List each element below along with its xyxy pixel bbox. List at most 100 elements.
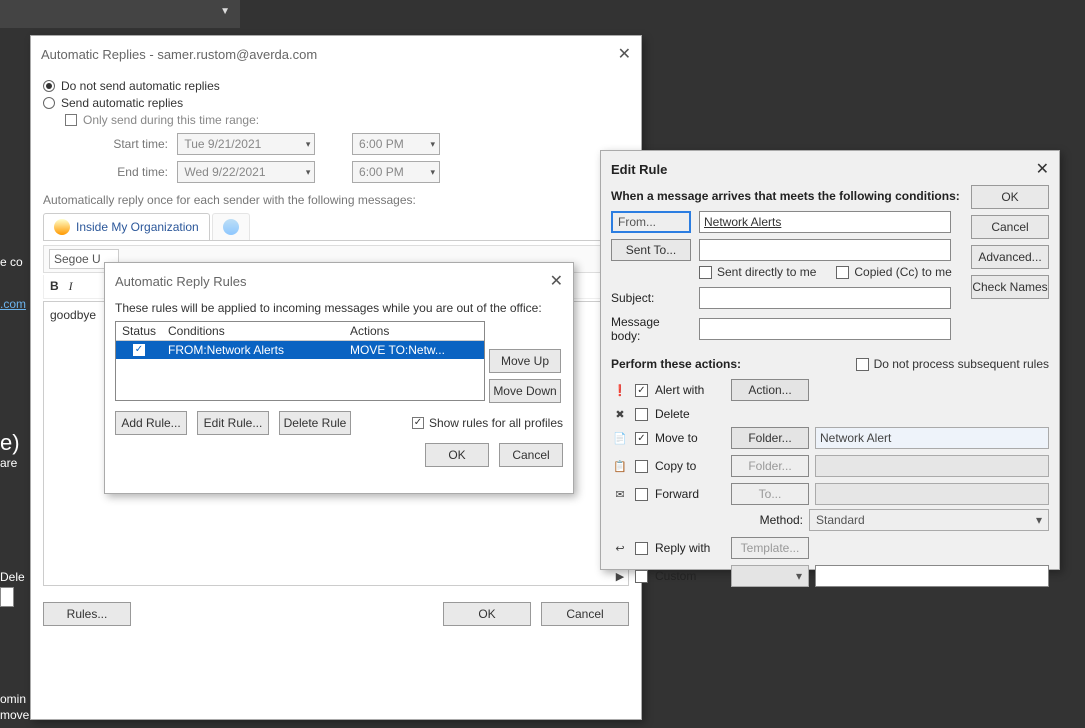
close-icon[interactable]: ✕ [550,271,563,291]
copy-folder-field [815,455,1049,477]
cc-checkbox[interactable] [836,266,849,279]
delete-checkbox[interactable] [635,408,648,421]
radio-send-label: Send automatic replies [61,96,183,110]
globe-icon [223,219,239,235]
custom-icon: ▶ [611,570,629,583]
edit-rule-title: Edit Rule [611,162,667,177]
close-icon[interactable]: ✕ [1036,159,1049,179]
italic-button[interactable]: I [69,279,73,294]
rules-button[interactable]: Rules... [43,602,131,626]
sent-to-field[interactable] [699,239,951,261]
add-rule-button[interactable]: Add Rule... [115,411,187,435]
reply-rules-title: Automatic Reply Rules [115,274,247,289]
alert-icon: ❗ [611,384,629,397]
edit-ok-button[interactable]: OK [971,185,1049,209]
radio-do-not-send[interactable] [43,80,55,92]
check-names-button[interactable]: Check Names [971,275,1049,299]
move-folder-field[interactable]: Network Alert [815,427,1049,449]
only-range-checkbox[interactable] [65,114,77,126]
rules-table: Status Conditions Actions FROM:Network A… [115,321,485,401]
bg-link[interactable]: .com [0,297,26,311]
forward-to-field [815,483,1049,505]
move-folder-button[interactable]: Folder... [731,427,809,449]
copy-icon: 📋 [611,460,629,473]
no-subsequent-label: Do not process subsequent rules [874,357,1049,371]
bg-input-frag[interactable] [0,587,14,607]
forward-label: Forward [655,487,725,501]
col-status: Status [116,322,162,340]
bg-text-2: e) [0,430,20,456]
bg-text-4: Dele [0,570,25,584]
radio-send[interactable] [43,97,55,109]
advanced-button[interactable]: Advanced... [971,245,1049,269]
reply-checkbox[interactable] [635,542,648,555]
no-subsequent-checkbox[interactable] [856,358,869,371]
tab-outside-org[interactable] [212,213,250,240]
rule-row[interactable]: FROM:Network Alerts MOVE TO:Netw... [116,341,484,359]
rules-description: These rules will be applied to incoming … [115,301,563,315]
show-all-profiles-checkbox[interactable] [412,417,424,429]
copy-checkbox[interactable] [635,460,648,473]
automatic-replies-title: Automatic Replies - samer.rustom@averda.… [41,47,317,62]
sent-directly-label: Sent directly to me [717,265,816,279]
move-down-button[interactable]: Move Down [489,379,561,403]
subject-field[interactable] [699,287,951,309]
move-icon: 📄 [611,432,629,445]
end-time-combo[interactable]: 6:00 PM▾ [352,161,440,183]
method-select[interactable]: Standard▾ [809,509,1049,531]
subject-label: Subject: [611,291,691,305]
method-label: Method: [725,513,803,527]
tab-inside-org[interactable]: Inside My Organization [43,213,210,240]
from-field[interactable]: Network Alerts [699,211,951,233]
move-up-button[interactable]: Move Up [489,349,561,373]
custom-select[interactable]: ▾ [731,565,809,587]
bg-text-6: move [0,708,29,722]
rules-cancel-button[interactable]: Cancel [499,443,563,467]
bold-button[interactable]: B [50,279,59,294]
start-time-combo[interactable]: 6:00 PM▾ [352,133,440,155]
alert-checkbox[interactable] [635,384,648,397]
close-icon[interactable]: ✕ [618,44,631,64]
rule-condition: FROM:Network Alerts [162,341,344,359]
ribbon-fragment: ▼ [0,0,240,28]
ribbon-dropdown-icon[interactable]: ▼ [220,6,230,17]
edit-cancel-button[interactable]: Cancel [971,215,1049,239]
reply-label: Reply with [655,541,725,555]
cc-label: Copied (Cc) to me [854,265,951,279]
edit-rule-button[interactable]: Edit Rule... [197,411,269,435]
sent-directly-checkbox[interactable] [699,266,712,279]
custom-field[interactable] [815,565,1049,587]
rules-ok-button[interactable]: OK [425,443,489,467]
alert-label: Alert with [655,383,725,397]
col-actions: Actions [344,322,484,340]
delete-label: Delete [655,407,725,421]
forward-to-button[interactable]: To... [731,483,809,505]
custom-label: Custom [655,569,725,583]
from-button[interactable]: From... [611,211,691,233]
template-button[interactable]: Template... [731,537,809,559]
delete-rule-button[interactable]: Delete Rule [279,411,351,435]
start-date-combo[interactable]: Tue 9/21/2021▾ [177,133,315,155]
reply-rules-dialog: Automatic Reply Rules ✕ These rules will… [104,262,574,494]
radio-do-not-send-label: Do not send automatic replies [61,79,220,93]
col-conditions: Conditions [162,322,344,340]
bg-text-1: e co [0,255,23,269]
cancel-button[interactable]: Cancel [541,602,629,626]
bg-text-5: omin [0,692,26,706]
move-checkbox[interactable] [635,432,648,445]
end-date-combo[interactable]: Wed 9/22/2021▾ [177,161,315,183]
reply-instruction: Automatically reply once for each sender… [43,193,629,207]
sent-to-button[interactable]: Sent To... [611,239,691,261]
body-field[interactable] [699,318,951,340]
action-button[interactable]: Action... [731,379,809,401]
move-label: Move to [655,431,725,445]
bg-text-3: are [0,456,17,470]
ok-button[interactable]: OK [443,602,531,626]
rule-enabled-checkbox[interactable] [133,344,145,356]
forward-checkbox[interactable] [635,488,648,501]
body-label: Message body: [611,315,691,343]
copy-folder-button[interactable]: Folder... [731,455,809,477]
custom-checkbox[interactable] [635,570,648,583]
start-time-label: Start time: [98,137,168,151]
delete-icon: ✖ [611,408,629,421]
